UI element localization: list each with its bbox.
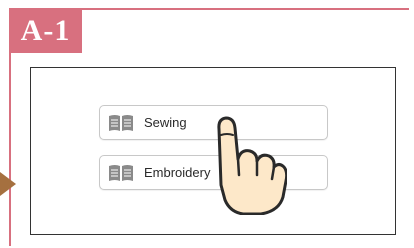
embroidery-label: Embroidery <box>144 165 211 180</box>
sewing-label: Sewing <box>144 115 187 130</box>
pointing-hand-icon <box>217 116 287 215</box>
step-label: A-1 <box>9 8 82 53</box>
arrow-pointer-icon <box>0 172 16 196</box>
book-icon <box>109 164 133 181</box>
instruction-panel: A-1 Sewing Embroidery <box>0 0 414 248</box>
book-icon <box>109 114 133 131</box>
